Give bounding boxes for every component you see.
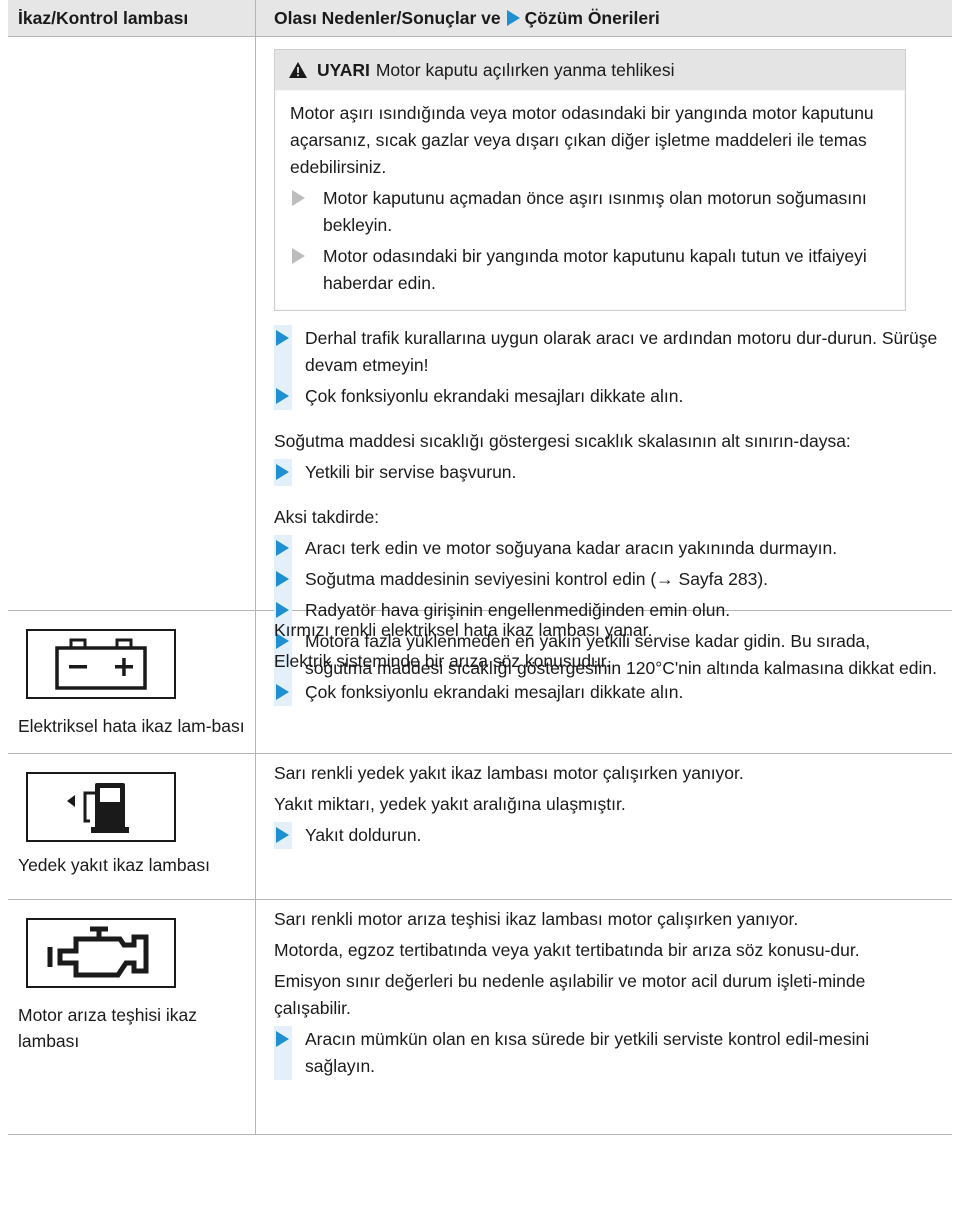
step-item: Yakıt doldurun.: [274, 822, 940, 849]
step-item: Soğutma maddesinin seviyesini kontrol ed…: [274, 566, 940, 593]
causes-cell: Sarı renkli motor arıza teşhisi ikaz lam…: [256, 900, 952, 1134]
warning-text: Motor aşırı ısındığında veya motor odası…: [290, 103, 874, 177]
step-arrow-icon: [276, 1031, 289, 1047]
lamp-label: Yedek yakıt ikaz lambası: [18, 855, 210, 875]
cause-text: Kırmızı renkli elektriksel hata ikaz lam…: [274, 620, 653, 640]
table-row: Yedek yakıt ikaz lambası Sarı renkli yed…: [8, 754, 952, 900]
step-item: Aracı terk edin ve motor soğuyana kadar …: [274, 535, 940, 562]
step-arrow-icon: [276, 684, 289, 700]
step-item: Çok fonksiyonlu ekrandaki mesajları dikk…: [274, 383, 940, 410]
otherwise-text: Aksi takdirde:: [274, 507, 380, 527]
step-text: Soğutma maddesinin seviyesini kontrol ed…: [305, 569, 769, 589]
causes-cell: UYARI Motor kaputu açılırken yanma tehli…: [256, 37, 952, 682]
step-group: Yetkili bir servise başvurun.: [274, 459, 940, 486]
step-group: Derhal trafik kurallarına uygun olarak a…: [274, 325, 940, 410]
step-text: Derhal trafik kurallarına uygun olarak a…: [305, 328, 938, 375]
step-arrow-icon: [276, 330, 289, 346]
table-row: Motor arıza teşhisi ikaz lambası Sarı re…: [8, 900, 952, 1135]
engine-check-icon: [26, 918, 176, 988]
step-item: Aracın mümkün olan en kısa sürede bir ye…: [274, 1026, 940, 1080]
battery-icon: [26, 629, 176, 699]
header-causes-label: Olası Nedenler/Sonuçlar ve: [274, 7, 501, 28]
step-item: Yetkili bir servise başvurun.: [274, 459, 940, 486]
header-causes-column: Olası Nedenler/Sonuçlar ve Çözüm Önerile…: [256, 0, 952, 36]
fuel-pump-icon: [26, 772, 176, 842]
step-text: Aracı terk edin ve motor soğuyana kadar …: [305, 538, 838, 558]
step-item: Derhal trafik kurallarına uygun olarak a…: [274, 325, 940, 379]
step-text: Yakıt doldurun.: [305, 825, 422, 845]
cause-text: Emisyon sınır değerleri bu nedenle aşıla…: [274, 971, 866, 1018]
table-header: İkaz/Kontrol lambası Olası Nedenler/Sonu…: [8, 0, 952, 37]
warning-body: Motor aşırı ısındığında veya motor odası…: [276, 91, 904, 309]
header-lamp-column: İkaz/Kontrol lambası: [8, 0, 256, 36]
lamp-cell-empty: [8, 37, 256, 610]
warning-label: UYARI: [317, 59, 370, 80]
warning-lamp-table: İkaz/Kontrol lambası Olası Nedenler/Sonu…: [8, 0, 952, 1135]
step-arrow-icon: [276, 827, 289, 843]
step-group: Aracın mümkün olan en kısa sürede bir ye…: [274, 1026, 940, 1080]
warning-item: Motor kaputunu açmadan önce aşırı ısınmı…: [290, 185, 890, 239]
bullet-icon: [292, 248, 305, 264]
lamp-cell: Motor arıza teşhisi ikaz lambası: [8, 900, 256, 1134]
step-text: Aracın mümkün olan en kısa sürede bir ye…: [305, 1029, 870, 1076]
warning-box: UYARI Motor kaputu açılırken yanma tehli…: [274, 49, 906, 311]
lamp-label: Motor arıza teşhisi ikaz lambası: [18, 1005, 197, 1051]
step-arrow-icon: [276, 464, 289, 480]
warning-header: UYARI Motor kaputu açılırken yanma tehli…: [275, 50, 905, 90]
step-arrow-icon: [276, 388, 289, 404]
step-text: Yetkili bir servise başvurun.: [305, 462, 517, 482]
cause-text: Yakıt miktarı, yedek yakıt aralığına ula…: [274, 794, 626, 814]
lamp-cell: Elektriksel hata ikaz lam-bası: [8, 611, 256, 753]
step-arrow-icon: [276, 571, 289, 587]
condition-text: Soğutma maddesi sıcaklığı göstergesi sıc…: [274, 431, 851, 451]
step-text: Çok fonksiyonlu ekrandaki mesajları dikk…: [305, 682, 684, 702]
cause-text: Sarı renkli yedek yakıt ikaz lambası mot…: [274, 763, 744, 783]
warning-item-text: Motor odasındaki bir yangında motor kapu…: [323, 246, 867, 293]
step-text: Çok fonksiyonlu ekrandaki mesajları dikk…: [305, 386, 684, 406]
step-group: Yakıt doldurun.: [274, 822, 940, 849]
header-solutions-label: Çözüm Önerileri: [524, 7, 660, 28]
cause-text: Elektrik sisteminde bir arıza söz konusu…: [274, 651, 611, 671]
warning-title: Motor kaputu açılırken yanma tehlikesi: [375, 59, 675, 80]
cause-text: Sarı renkli motor arıza teşhisi ikaz lam…: [274, 909, 799, 929]
causes-cell: Kırmızı renkli elektriksel hata ikaz lam…: [256, 611, 952, 753]
lamp-label: Elektriksel hata ikaz lam-bası: [18, 716, 245, 736]
causes-cell: Sarı renkli yedek yakıt ikaz lambası mot…: [256, 754, 952, 899]
step-arrow-icon: [276, 540, 289, 556]
cause-text: Motorda, egzoz tertibatında veya yakıt t…: [274, 940, 860, 960]
warning-item: Motor odasındaki bir yangında motor kapu…: [290, 243, 890, 297]
arrow-icon: [506, 10, 520, 26]
warning-item-text: Motor kaputunu açmadan önce aşırı ısınmı…: [323, 188, 867, 235]
step-item: Çok fonksiyonlu ekrandaki mesajları dikk…: [274, 679, 940, 706]
table-row: UYARI Motor kaputu açılırken yanma tehli…: [8, 37, 952, 682]
bullet-icon: [292, 190, 305, 206]
warning-triangle-icon: [289, 62, 307, 78]
step-group: Çok fonksiyonlu ekrandaki mesajları dikk…: [274, 679, 940, 706]
table-row: Elektriksel hata ikaz lam-bası Kırmızı r…: [8, 611, 952, 754]
lamp-cell: Yedek yakıt ikaz lambası: [8, 754, 256, 899]
